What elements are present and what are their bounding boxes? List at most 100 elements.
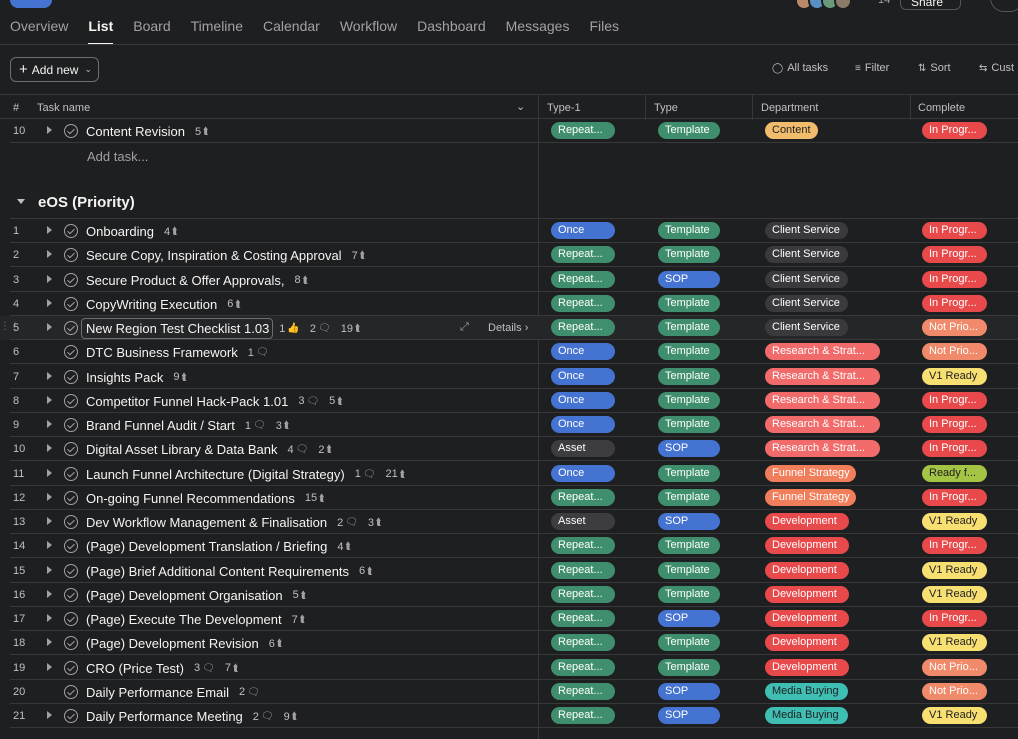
complete-tag[interactable]: Not Prio...: [922, 682, 987, 700]
type1-tag[interactable]: Once: [551, 464, 615, 482]
expand-triangle-icon[interactable]: [47, 395, 52, 404]
type-tag[interactable]: Template: [658, 319, 720, 336]
complete-tag[interactable]: In Progr...: [922, 440, 987, 458]
tab-board[interactable]: Board: [123, 18, 180, 44]
complete-tag[interactable]: In Progr...: [922, 246, 987, 264]
add-task-link[interactable]: Add task...: [87, 149, 148, 164]
type1-tag[interactable]: Asset: [551, 440, 615, 458]
expand-triangle-icon[interactable]: [47, 492, 52, 501]
type1-tag[interactable]: Repeat...: [551, 707, 615, 724]
type-tag[interactable]: Template: [658, 222, 720, 239]
type-tag[interactable]: Template: [658, 294, 720, 312]
complete-checkbox-icon[interactable]: [64, 369, 78, 384]
department-tag[interactable]: Media Buying: [765, 707, 848, 724]
type-tag[interactable]: Template: [658, 416, 720, 433]
department-tag[interactable]: Research & Strat...: [765, 343, 880, 361]
complete-tag[interactable]: In Progr...: [922, 222, 987, 239]
expand-triangle-icon[interactable]: [47, 711, 52, 719]
complete-checkbox-icon[interactable]: [64, 587, 78, 602]
expand-triangle-icon[interactable]: [47, 589, 52, 598]
type1-tag[interactable]: Repeat...: [551, 488, 615, 506]
column-header-task-name[interactable]: Task name: [37, 102, 90, 114]
type-tag[interactable]: SOP: [658, 610, 720, 627]
table-row[interactable]: 3 Secure Product & Offer Approvals, 8 ⮬ R…: [0, 268, 1018, 292]
complete-checkbox-icon[interactable]: [64, 684, 78, 699]
department-tag[interactable]: Development: [765, 585, 849, 603]
department-tag[interactable]: Development: [765, 658, 849, 676]
type1-tag[interactable]: Once: [551, 416, 615, 433]
link-icon[interactable]: ⤢: [460, 321, 469, 334]
table-row[interactable]: 7 Insights Pack 9 ⮬ Once Template Researc…: [0, 365, 1018, 389]
type-tag[interactable]: Template: [658, 122, 720, 139]
details-button[interactable]: Details ›: [488, 322, 528, 334]
type-tag[interactable]: Template: [658, 634, 720, 652]
department-tag[interactable]: Client Service: [765, 319, 848, 336]
type1-tag[interactable]: Repeat...: [551, 585, 615, 603]
type-tag[interactable]: SOP: [658, 270, 720, 288]
tab-dashboard[interactable]: Dashboard: [407, 18, 496, 44]
complete-tag[interactable]: In Progr...: [922, 122, 987, 139]
complete-tag[interactable]: In Progr...: [922, 391, 987, 409]
table-row[interactable]: 12 On-going Funnel Recommendations 15 ⮬ R…: [0, 486, 1018, 510]
type1-tag[interactable]: Once: [551, 343, 615, 361]
tab-timeline[interactable]: Timeline: [181, 18, 253, 44]
complete-checkbox-icon[interactable]: [64, 709, 78, 723]
table-row[interactable]: 15 (Page) Brief Additional Content Requi…: [0, 559, 1018, 583]
type-tag[interactable]: SOP: [658, 682, 720, 700]
task-name[interactable]: Brand Funnel Audit / Start 1 🗨 3 ⮬: [86, 418, 290, 433]
task-name[interactable]: CRO (Price Test) 3 🗨 7 ⮬: [86, 661, 239, 676]
expand-triangle-icon[interactable]: [47, 638, 52, 647]
tab-overview[interactable]: Overview: [0, 18, 78, 44]
table-row[interactable]: 6 DTC Business Framework 1 🗨 Once Templat…: [0, 340, 1018, 365]
type1-tag[interactable]: Repeat...: [551, 561, 615, 579]
department-tag[interactable]: Client Service: [765, 270, 848, 288]
expand-triangle-icon[interactable]: [47, 420, 52, 428]
expand-triangle-icon[interactable]: [47, 517, 52, 525]
type-tag[interactable]: Template: [658, 488, 720, 506]
complete-checkbox-icon[interactable]: [64, 515, 78, 529]
type1-tag[interactable]: Repeat...: [551, 246, 615, 264]
complete-tag[interactable]: V1 Ready: [922, 707, 987, 724]
type1-tag[interactable]: Once: [551, 222, 615, 239]
department-tag[interactable]: Development: [765, 634, 849, 652]
table-row[interactable]: 13 Dev Workflow Management & Finalisatio…: [0, 510, 1018, 534]
type-tag[interactable]: SOP: [658, 513, 720, 530]
complete-checkbox-icon[interactable]: [64, 612, 78, 626]
tab-workflow[interactable]: Workflow: [330, 18, 407, 44]
task-name[interactable]: (Page) Brief Additional Content Requirem…: [86, 564, 373, 579]
type-tag[interactable]: Template: [658, 561, 720, 579]
type1-tag[interactable]: Repeat...: [551, 270, 615, 288]
complete-checkbox-icon[interactable]: [64, 660, 78, 675]
table-row[interactable]: 4 CopyWriting Execution 6 ⮬ Repeat... Tem…: [0, 292, 1018, 316]
tab-list[interactable]: List: [78, 18, 123, 45]
department-tag[interactable]: Client Service: [765, 246, 848, 264]
table-row[interactable]: 11 Launch Funnel Architecture (Digital S…: [0, 462, 1018, 486]
table-row[interactable]: 16 (Page) Development Organisation 5 ⮬ Re…: [0, 583, 1018, 607]
complete-checkbox-icon[interactable]: [64, 272, 78, 287]
expand-triangle-icon[interactable]: [47, 371, 52, 380]
complete-tag[interactable]: V1 Ready: [922, 634, 987, 652]
complete-checkbox-icon[interactable]: [64, 224, 78, 238]
table-row[interactable]: 10 Digital Asset Library & Data Bank 4 🗨 2…: [0, 437, 1018, 462]
task-name[interactable]: (Page) Development Organisation 5 ⮬: [86, 588, 307, 603]
department-tag[interactable]: Development: [765, 561, 849, 579]
department-tag[interactable]: Development: [765, 610, 849, 627]
department-tag[interactable]: Research & Strat...: [765, 416, 880, 433]
department-tag[interactable]: Research & Strat...: [765, 440, 880, 458]
department-tag[interactable]: Client Service: [765, 222, 848, 239]
type-tag[interactable]: Template: [658, 585, 720, 603]
task-name[interactable]: Secure Copy, Inspiration & Costing Appro…: [86, 248, 366, 263]
table-row[interactable]: 1 Onboarding 4 ⮬ Once Template Client Ser…: [0, 219, 1018, 243]
tab-files[interactable]: Files: [579, 18, 629, 44]
department-tag[interactable]: Research & Strat...: [765, 367, 880, 385]
task-name[interactable]: On-going Funnel Recommendations 15 ⮬: [86, 491, 325, 506]
table-row[interactable]: 18 (Page) Development Revision 6 ⮬ Repeat…: [0, 631, 1018, 656]
task-name[interactable]: Launch Funnel Architecture (Digital Stra…: [86, 467, 406, 482]
complete-checkbox-icon[interactable]: [64, 345, 78, 360]
type1-tag[interactable]: Repeat...: [551, 682, 615, 700]
complete-checkbox-icon[interactable]: [64, 466, 78, 481]
task-name[interactable]: Onboarding 4 ⮬: [86, 224, 178, 239]
tab-calendar[interactable]: Calendar: [253, 18, 330, 44]
all-tasks-button[interactable]: ◯ All tasks: [772, 62, 828, 74]
complete-checkbox-icon[interactable]: [64, 563, 78, 578]
